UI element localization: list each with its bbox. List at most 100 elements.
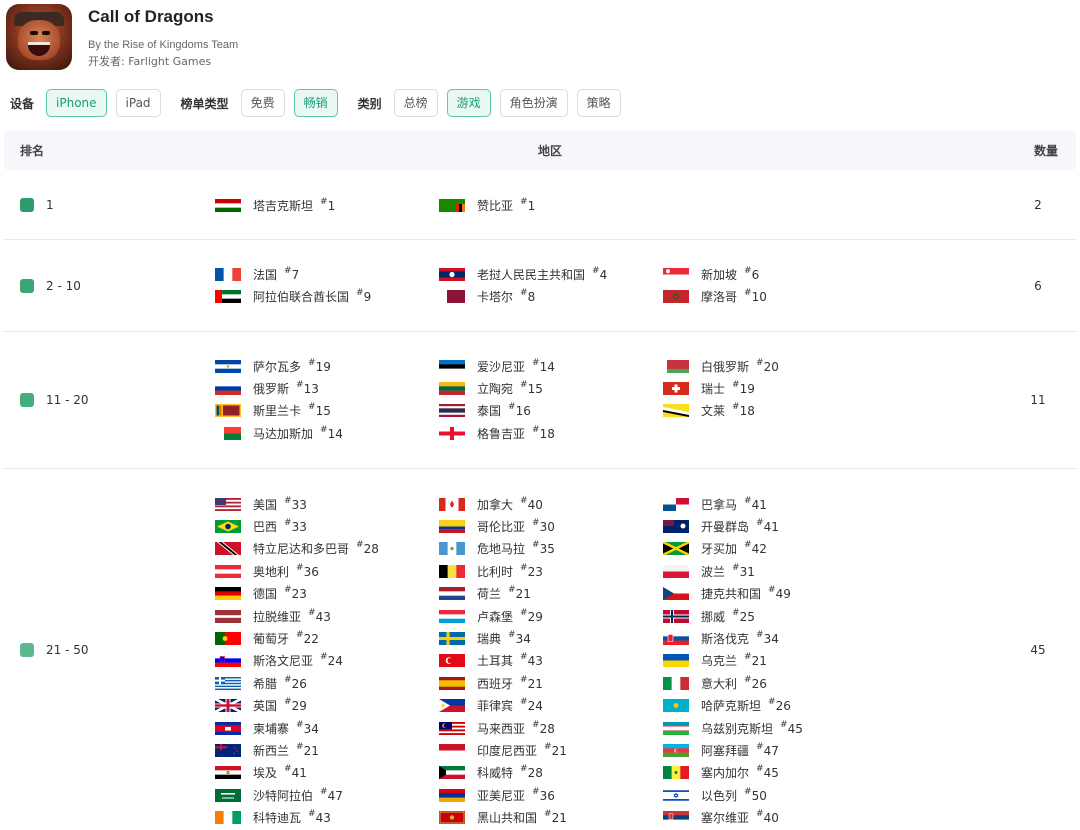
region-item[interactable]: 阿塞拜疆 #47 <box>663 739 887 761</box>
category-option-strategy[interactable]: 策略 <box>576 89 621 117</box>
region-item[interactable]: 西班牙 #21 <box>439 672 663 694</box>
region-item[interactable]: 奥地利 #36 <box>215 560 439 582</box>
region-item[interactable]: 立陶宛 #15 <box>439 377 663 399</box>
rank-color-swatch <box>20 278 34 293</box>
region-name: 斯洛文尼亚 <box>253 654 314 669</box>
germany-flag <box>215 587 241 601</box>
region-item[interactable]: 危地马拉 #35 <box>439 538 663 560</box>
device-option-ipad[interactable]: iPad <box>115 89 161 117</box>
region-item[interactable]: 波兰 #31 <box>663 560 887 582</box>
region-item[interactable]: 美国 #33 <box>215 493 439 515</box>
region-rank: #18 <box>532 424 555 441</box>
region-name: 捷克共和国 <box>701 587 762 602</box>
category-option-overall[interactable]: 总榜 <box>393 89 438 117</box>
region-rank: #43 <box>308 607 331 624</box>
region-item[interactable]: 白俄罗斯 #20 <box>663 355 887 377</box>
region-item[interactable]: 爱沙尼亚 #14 <box>439 355 663 377</box>
region-item[interactable]: 塔吉克斯坦 #1 <box>215 194 439 216</box>
region-item[interactable]: 挪威 #25 <box>663 605 887 627</box>
region-item[interactable]: 德国 #23 <box>215 583 439 605</box>
region-item[interactable]: 科威特 #28 <box>439 762 663 784</box>
region-item[interactable]: 斯洛文尼亚 #24 <box>215 650 439 672</box>
region-rank: #36 <box>296 562 319 579</box>
rank-range-label: 21 - 50 <box>46 642 89 657</box>
region-item[interactable]: 新加坡 #6 <box>663 263 887 285</box>
region-item[interactable]: 马来西亚 #28 <box>439 717 663 739</box>
region-item[interactable]: 柬埔寨 #34 <box>215 717 439 739</box>
region-item[interactable]: 加拿大 #40 <box>439 493 663 515</box>
region-item[interactable]: 瑞士 #19 <box>663 377 887 399</box>
region-item[interactable]: 老挝人民民主共和国 #4 <box>439 263 663 285</box>
app-icon-eye <box>30 31 38 35</box>
uae-flag <box>215 290 241 304</box>
region-item[interactable]: 科特迪瓦 #43 <box>215 806 439 828</box>
region-item[interactable]: 荷兰 #21 <box>439 583 663 605</box>
region-item[interactable]: 土耳其 #43 <box>439 650 663 672</box>
chart-type-option-free[interactable]: 免费 <box>240 89 285 117</box>
chart-type-option-grossing[interactable]: 畅销 <box>293 89 338 117</box>
rank-color-swatch <box>20 393 34 407</box>
region-item[interactable]: 希腊 #26 <box>215 672 439 694</box>
region-name: 卢森堡 <box>477 609 514 624</box>
region-item[interactable]: 乌兹别克斯坦 #45 <box>663 717 887 739</box>
region-item[interactable]: 卢森堡 #29 <box>439 605 663 627</box>
region-item[interactable]: 特立尼达和多巴哥 #28 <box>215 538 439 560</box>
app-icon[interactable] <box>6 4 72 70</box>
region-item[interactable]: 瑞典 #34 <box>439 627 663 649</box>
senegal-flag <box>663 766 689 780</box>
region-item[interactable]: 格鲁吉亚 #18 <box>439 422 663 444</box>
region-item[interactable]: 塞内加尔 #45 <box>663 762 887 784</box>
app-subtitle: By the Rise of Kingdoms Team <box>88 39 239 51</box>
region-item[interactable]: 捷克共和国 #49 <box>663 583 887 605</box>
region-item[interactable]: 开曼群岛 #41 <box>663 515 887 537</box>
region-rank-value: 41 <box>763 520 779 535</box>
region-rank: #36 <box>532 786 555 803</box>
region-item[interactable]: 牙买加 #42 <box>663 538 887 560</box>
region-name: 卡塔尔 <box>477 290 514 305</box>
region-item[interactable]: 阿拉伯联合酋长国 #9 <box>215 285 439 307</box>
region-item[interactable]: 黑山共和国 #21 <box>439 806 663 828</box>
region-item[interactable]: 埃及 #41 <box>215 762 439 784</box>
region-item[interactable]: 哈萨克斯坦 #26 <box>663 695 887 717</box>
region-item[interactable]: 乌克兰 #21 <box>663 650 887 672</box>
region-rank: #26 <box>768 697 791 714</box>
region-item[interactable]: 沙特阿拉伯 #47 <box>215 784 439 806</box>
region-item[interactable]: 新西兰 #21 <box>215 739 439 761</box>
region-item[interactable]: 法国 #7 <box>215 263 439 285</box>
russia-flag <box>215 382 241 396</box>
region-item[interactable]: 亚美尼亚 #36 <box>439 784 663 806</box>
region-item[interactable]: 赞比亚 #1 <box>439 194 663 216</box>
region-item[interactable]: 比利时 #23 <box>439 560 663 582</box>
region-item[interactable]: 萨尔瓦多 #19 <box>215 355 439 377</box>
region-item[interactable]: 英国 #29 <box>215 695 439 717</box>
rank-range-label: 2 - 10 <box>46 278 81 293</box>
region-item[interactable]: 摩洛哥 #10 <box>663 285 887 307</box>
region-item[interactable]: 塞尔维亚 #40 <box>663 806 887 828</box>
region-item[interactable]: 葡萄牙 #22 <box>215 627 439 649</box>
region-item[interactable]: 马达加斯加 #14 <box>215 422 439 444</box>
region-item[interactable]: 哥伦比亚 #30 <box>439 515 663 537</box>
region-item[interactable]: 拉脱维亚 #43 <box>215 605 439 627</box>
category-option-games[interactable]: 游戏 <box>446 89 491 117</box>
region-item[interactable]: 斯洛伐克 #34 <box>663 627 887 649</box>
device-option-iphone[interactable]: iPhone <box>46 89 107 117</box>
region-item[interactable]: 巴西 #33 <box>215 515 439 537</box>
chart-type-filter-label: 榜单类型 <box>180 96 229 111</box>
region-rank-value: 23 <box>291 587 307 602</box>
region-item[interactable]: 巴拿马 #41 <box>663 493 887 515</box>
region-item[interactable]: 菲律宾 #24 <box>439 695 663 717</box>
region-rank-value: 16 <box>515 404 531 419</box>
region-item[interactable]: 泰国 #16 <box>439 400 663 422</box>
region-rank-value: 26 <box>291 676 307 691</box>
montenegro-flag <box>439 811 465 825</box>
region-item[interactable]: 斯里兰卡 #15 <box>215 400 439 422</box>
region-item[interactable]: 意大利 #26 <box>663 672 887 694</box>
region-rank-value: 34 <box>515 632 531 647</box>
region-rank-value: 36 <box>539 788 555 803</box>
category-option-rpg[interactable]: 角色扮演 <box>499 89 568 117</box>
region-item[interactable]: 文莱 #18 <box>663 400 887 422</box>
region-item[interactable]: 以色列 #50 <box>663 784 887 806</box>
region-item[interactable]: 卡塔尔 #8 <box>439 285 663 307</box>
region-item[interactable]: 俄罗斯 #13 <box>215 377 439 399</box>
region-item[interactable]: 印度尼西亚 #21 <box>439 739 663 761</box>
